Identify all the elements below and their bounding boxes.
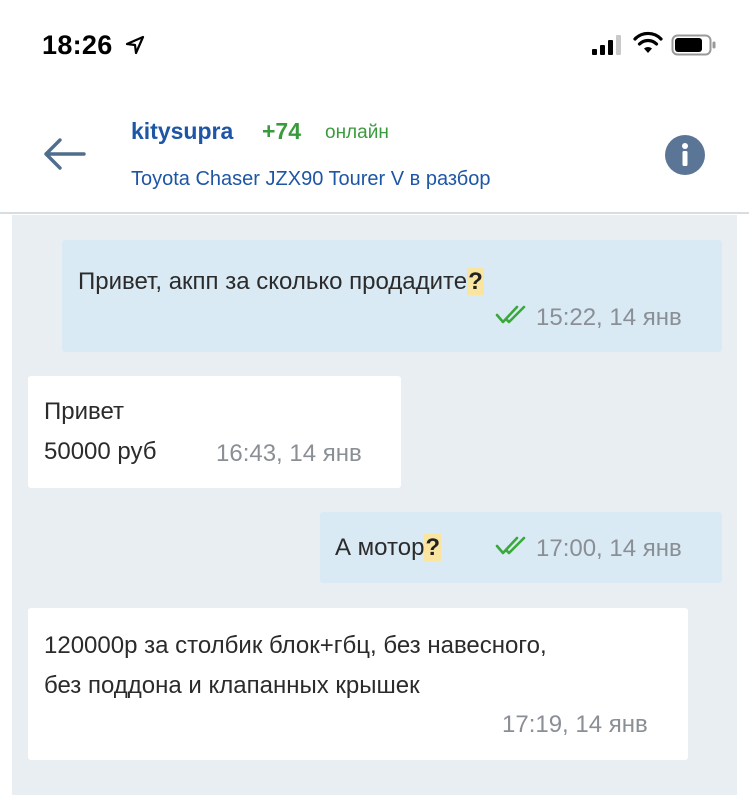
cellular-signal-icon bbox=[592, 35, 621, 55]
message-time: 17:00, 14 янв bbox=[536, 535, 682, 562]
message-text-line: Привет bbox=[44, 398, 125, 425]
message-outgoing: А мотор? 17:00, 14 янв bbox=[320, 512, 722, 583]
message-text: Привет, акпп за сколько продадите? bbox=[78, 268, 484, 295]
message-time: 16:43, 14 янв bbox=[216, 440, 362, 467]
question-highlight: ? bbox=[424, 534, 442, 561]
read-check-icon bbox=[495, 536, 526, 555]
read-check-icon bbox=[495, 305, 526, 324]
status-time: 18:26 bbox=[42, 30, 113, 60]
message-time: 17:19, 14 янв bbox=[502, 711, 648, 738]
message-list[interactable]: Привет, акпп за сколько продадите? 15:22… bbox=[0, 215, 749, 795]
message-text-line: 50000 руб bbox=[44, 438, 157, 465]
question-highlight: ? bbox=[467, 268, 484, 295]
online-status: онлайн bbox=[325, 122, 389, 143]
message-text: А мотор? bbox=[335, 534, 442, 561]
wifi-icon bbox=[633, 31, 663, 53]
back-arrow-icon[interactable] bbox=[40, 136, 88, 172]
message-incoming: 120000р за столбик блок+гбц, без навесно… bbox=[28, 608, 688, 760]
chat-header: kitysupra +74 онлайн Toyota Chaser JZX90… bbox=[0, 90, 749, 214]
status-bar: 18:26 bbox=[0, 0, 749, 90]
battery-icon bbox=[671, 34, 716, 56]
listing-title-link[interactable]: Toyota Chaser JZX90 Tourer V в разбор bbox=[131, 168, 491, 191]
user-rating: +74 bbox=[262, 118, 302, 144]
message-text-line: 120000р за столбик блок+гбц, без навесно… bbox=[44, 632, 547, 659]
message-text-line: без поддона и клапанных крышек bbox=[44, 672, 420, 699]
info-icon[interactable] bbox=[664, 134, 706, 176]
location-arrow-icon bbox=[125, 35, 145, 55]
message-incoming: Привет 50000 руб 16:43, 14 янв bbox=[28, 376, 401, 488]
message-outgoing: Привет, акпп за сколько продадите? 15:22… bbox=[62, 240, 722, 352]
username-link[interactable]: kitysupra bbox=[131, 118, 233, 145]
message-time: 15:22, 14 янв bbox=[536, 304, 682, 331]
